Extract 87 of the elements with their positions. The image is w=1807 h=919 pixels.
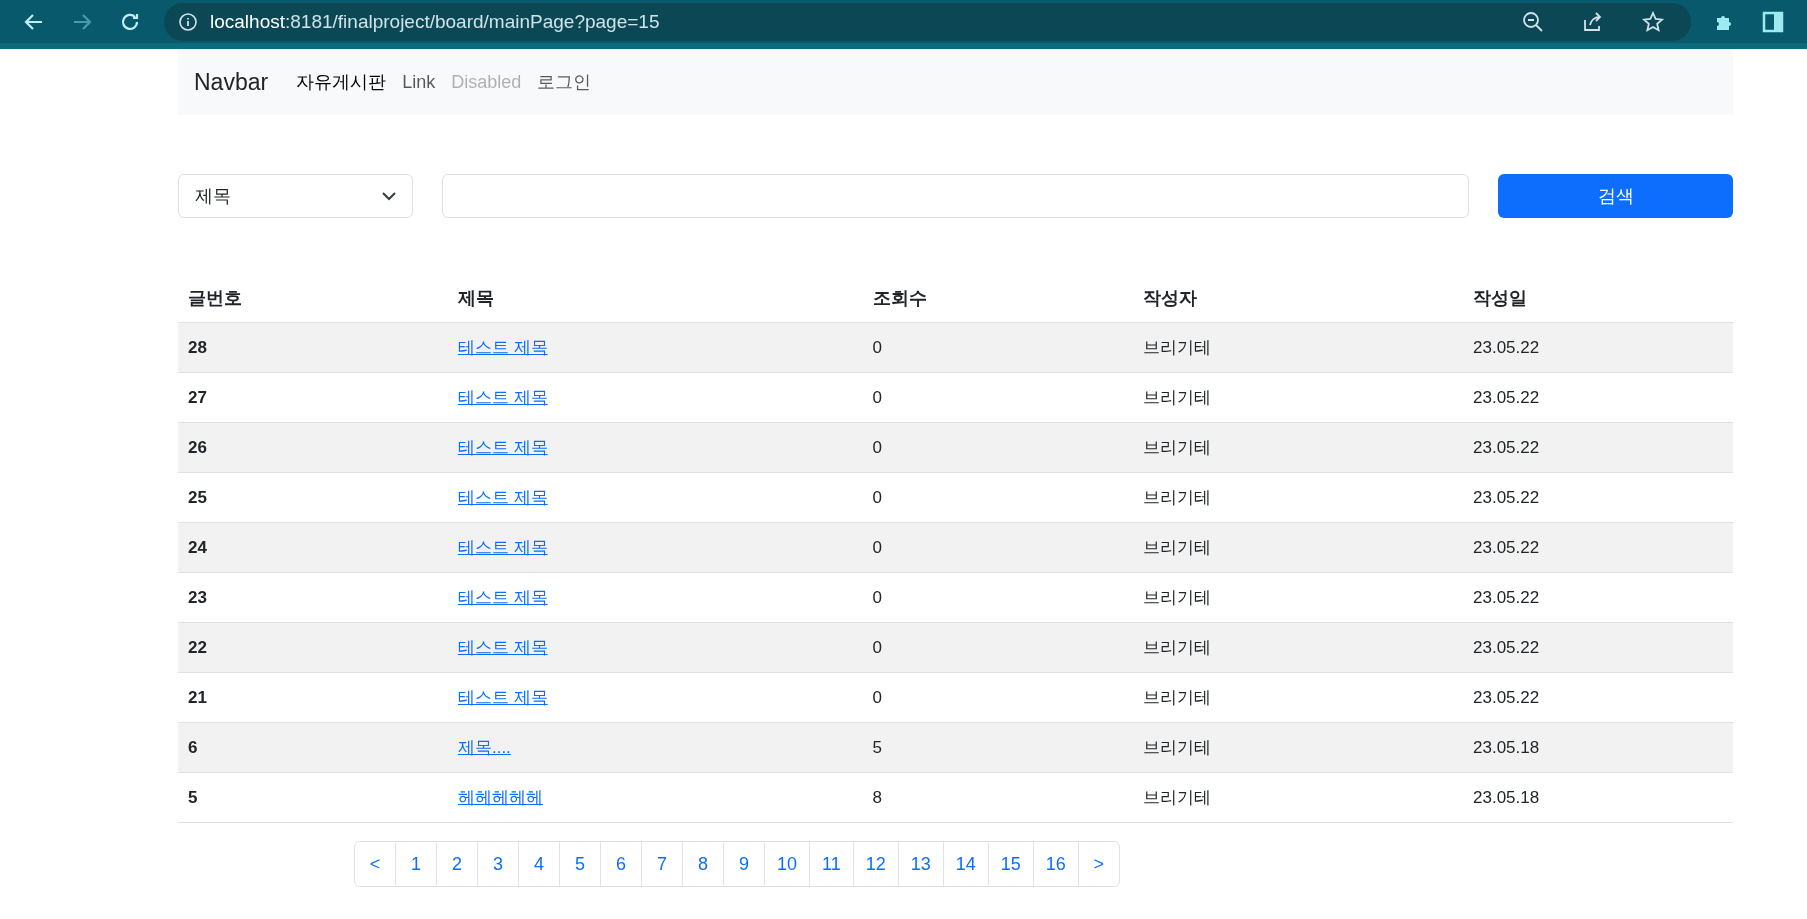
post-number-cell: 5 (178, 772, 448, 823)
views-cell: 0 (862, 622, 1133, 673)
author-cell: 브리기테 (1132, 622, 1463, 673)
views-cell: 0 (862, 422, 1133, 473)
post-title-link[interactable]: 테스트 제목 (457, 638, 548, 657)
date-cell: 23.05.22 (1463, 522, 1733, 573)
page-link[interactable]: 8 (682, 841, 724, 887)
post-number-cell: 28 (178, 322, 448, 373)
author-cell: 브리기테 (1132, 722, 1463, 773)
page-link[interactable]: 5 (559, 841, 601, 887)
date-cell: 23.05.18 (1463, 772, 1733, 823)
column-header: 작성일 (1463, 274, 1733, 323)
date-cell: 23.05.22 (1463, 622, 1733, 673)
navbar-brand[interactable]: Navbar (194, 68, 269, 96)
date-cell: 23.05.22 (1463, 472, 1733, 523)
page-link[interactable]: 13 (897, 841, 944, 887)
author-cell: 브리기테 (1132, 422, 1463, 473)
page-link[interactable]: 10 (764, 841, 811, 887)
page-link[interactable]: < (354, 841, 396, 887)
author-cell: 브리기테 (1132, 322, 1463, 373)
date-cell: 23.05.22 (1463, 322, 1733, 373)
author-cell: 브리기테 (1132, 372, 1463, 423)
post-number-cell: 6 (178, 722, 448, 773)
search-field[interactable] (442, 174, 1469, 218)
author-cell: 브리기테 (1132, 522, 1463, 573)
page-link[interactable]: 2 (436, 841, 478, 887)
post-title-link[interactable]: 헤헤헤헤헤 (457, 788, 543, 807)
address-bar[interactable]: localhost:8181/finalproject/board/mainPage?page=15 (164, 2, 1691, 41)
post-title-link[interactable]: 테스트 제목 (457, 338, 548, 357)
post-title-link[interactable]: 테스트 제목 (457, 688, 548, 707)
nav-link[interactable]: 자유게시판 (296, 70, 387, 94)
author-cell: 브리기테 (1132, 772, 1463, 823)
column-header: 글번호 (178, 274, 448, 323)
views-cell: 8 (862, 772, 1133, 823)
date-cell: 23.05.22 (1463, 372, 1733, 423)
page-link[interactable]: 16 (1032, 841, 1079, 887)
views-cell: 0 (862, 372, 1133, 423)
page-link[interactable]: 11 (809, 841, 854, 887)
date-cell: 23.05.22 (1463, 422, 1733, 473)
views-cell: 0 (862, 572, 1133, 623)
page-link[interactable]: 6 (600, 841, 642, 887)
zoom-out-icon[interactable] (1521, 9, 1545, 34)
nav-link[interactable]: Link (402, 71, 436, 93)
side-panel-icon[interactable] (1761, 9, 1785, 34)
views-cell: 0 (862, 522, 1133, 573)
column-header: 제목 (447, 274, 863, 323)
page-link[interactable]: 14 (942, 841, 989, 887)
post-title-link[interactable]: 테스트 제목 (457, 538, 548, 557)
search-type-select[interactable]: 제목 (178, 174, 413, 218)
page-link[interactable]: 7 (641, 841, 683, 887)
page-link[interactable]: 1 (395, 841, 437, 887)
post-title-link[interactable]: 테스트 제목 (457, 388, 548, 407)
post-title-link[interactable]: 테스트 제목 (457, 588, 548, 607)
post-title-link[interactable]: 제목.... (457, 738, 511, 757)
author-cell: 브리기테 (1132, 572, 1463, 623)
post-number-cell: 23 (178, 572, 448, 623)
page-link[interactable]: 12 (852, 841, 899, 887)
views-cell: 0 (862, 322, 1133, 373)
page-link[interactable]: 15 (987, 841, 1034, 887)
views-cell: 0 (862, 472, 1133, 523)
post-number-cell: 22 (178, 622, 448, 673)
date-cell: 23.05.22 (1463, 672, 1733, 723)
date-cell: 23.05.18 (1463, 722, 1733, 773)
post-number-cell: 27 (178, 372, 448, 423)
column-header: 작성자 (1132, 274, 1463, 323)
column-header: 조회수 (862, 274, 1133, 323)
post-number-cell: 24 (178, 522, 448, 573)
page-link[interactable]: 9 (723, 841, 765, 887)
date-cell: 23.05.22 (1463, 572, 1733, 623)
chevron-down-icon (382, 191, 396, 201)
post-number-cell: 21 (178, 672, 448, 723)
post-title-link[interactable]: 테스트 제목 (457, 438, 548, 457)
post-number-cell: 25 (178, 472, 448, 523)
url-text: localhost:8181/finalproject/board/mainPage?page=15 (210, 10, 660, 33)
nav-link[interactable]: 로그인 (537, 70, 592, 94)
page-link[interactable]: 3 (477, 841, 519, 887)
info-icon[interactable] (178, 11, 198, 32)
author-cell: 브리기테 (1132, 672, 1463, 723)
author-cell: 브리기테 (1132, 472, 1463, 523)
page-link[interactable]: 4 (518, 841, 560, 887)
search-button[interactable]: 검색 (1498, 174, 1733, 218)
post-title-link[interactable]: 테스트 제목 (457, 488, 548, 507)
post-number-cell: 26 (178, 422, 448, 473)
views-cell: 0 (862, 672, 1133, 723)
page-link[interactable]: > (1077, 841, 1120, 887)
star-icon[interactable] (1641, 9, 1665, 34)
views-cell: 5 (862, 722, 1133, 773)
